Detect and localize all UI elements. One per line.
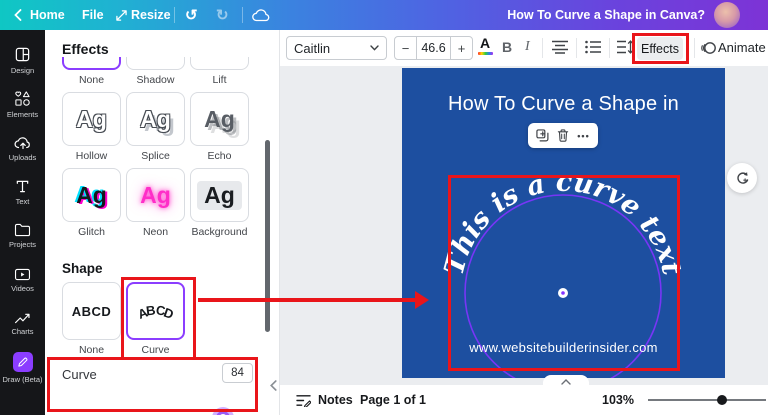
videos-icon — [14, 268, 31, 281]
trash-icon[interactable] — [557, 129, 569, 142]
redo-icon[interactable]: ↻ — [216, 0, 229, 30]
bold-button[interactable]: B — [502, 39, 512, 55]
effect-option-shadow[interactable]: Shadow — [126, 57, 185, 86]
sidebar-item-charts[interactable]: Charts — [0, 302, 45, 346]
shape-option-none[interactable]: ABCD None — [62, 282, 121, 356]
app-sidebar: Design Elements Uploads Text Projects Vi… — [0, 30, 45, 415]
text-align-button[interactable] — [552, 40, 568, 59]
toolbar-divider — [576, 38, 577, 58]
rainbow-color-bar — [478, 52, 493, 55]
effect-option-none[interactable]: None — [62, 57, 121, 86]
resize-icon[interactable] — [116, 0, 127, 30]
toolbar-divider — [542, 38, 543, 58]
chevron-down-icon — [370, 45, 379, 51]
sidebar-item-text[interactable]: Text — [0, 170, 45, 214]
font-size-increase-button[interactable]: + — [451, 37, 472, 59]
topbar-divider — [242, 7, 243, 23]
draw-icon — [13, 352, 33, 372]
zoom-level: 103% — [602, 385, 634, 415]
elements-icon — [14, 90, 31, 107]
sidebar-item-design[interactable]: Design — [0, 38, 45, 82]
effects-button[interactable]: Effects — [637, 37, 683, 60]
topbar-divider — [174, 7, 175, 23]
notes-icon[interactable] — [296, 385, 311, 415]
canva-editor: Home File Resize ↺ ↻ How To Curve a Shap… — [0, 0, 768, 415]
font-family-select[interactable]: Caitlin — [286, 36, 387, 60]
page-indicator: Page 1 of 1 — [360, 385, 426, 415]
curve-slider-section: Curve 84 — [45, 360, 280, 415]
text-icon — [15, 179, 30, 194]
more-options-icon[interactable]: ••• — [577, 131, 589, 141]
effects-panel: Effects None Shadow Lift Ag Hollow — [45, 30, 280, 415]
duplicate-icon[interactable] — [536, 129, 549, 142]
shape-section-title: Shape — [62, 261, 103, 276]
sidebar-item-videos[interactable]: Videos — [0, 258, 45, 302]
notes-button[interactable]: Notes — [318, 385, 353, 415]
animate-button[interactable]: Animate — [718, 40, 766, 55]
rotation-center-dot-inner — [561, 291, 565, 295]
effect-option-echo[interactable]: Ag Echo — [190, 92, 249, 162]
effect-option-glitch[interactable]: Ag Glitch — [62, 168, 121, 238]
animate-icon[interactable] — [701, 41, 716, 60]
design-canvas[interactable]: How To Curve a Shape in Canva? ••• This … — [402, 68, 725, 378]
curved-text-group[interactable]: This is a curve text — [402, 68, 725, 378]
canvas-url-text[interactable]: www.websitebuilderinsider.com — [402, 340, 725, 355]
toolbar-divider — [609, 38, 610, 58]
annotation-arrow — [198, 298, 418, 302]
font-size-stepper: − 46.6 + — [394, 36, 473, 60]
curve-value-input[interactable]: 84 — [222, 363, 253, 383]
panel-title: Effects — [62, 41, 109, 57]
sidebar-item-draw[interactable]: Draw (Beta) — [0, 346, 45, 390]
effect-option-splice[interactable]: Ag Splice — [126, 92, 185, 162]
curved-text[interactable]: This is a curve text — [439, 167, 688, 279]
curve-slider-label: Curve — [62, 367, 97, 382]
toolbar-divider — [694, 38, 695, 58]
sidebar-item-uploads[interactable]: Uploads — [0, 126, 45, 170]
projects-icon — [14, 223, 31, 237]
undo-icon[interactable]: ↺ — [185, 0, 198, 30]
rotate-button[interactable] — [727, 163, 757, 193]
font-size-value[interactable]: 46.6 — [416, 37, 451, 59]
panel-collapse-chevron-icon[interactable] — [270, 378, 277, 396]
text-toolbar: Caitlin − 46.6 + A B I Effects An — [280, 30, 768, 66]
zoom-slider-handle[interactable] — [717, 395, 727, 405]
back-chevron-icon[interactable] — [14, 0, 22, 30]
zoom-slider[interactable] — [648, 399, 766, 401]
chevron-up-icon — [561, 379, 571, 385]
effect-option-hollow[interactable]: Ag Hollow — [62, 92, 121, 162]
charts-icon — [14, 312, 31, 324]
italic-button[interactable]: I — [525, 39, 530, 55]
sidebar-item-projects[interactable]: Projects — [0, 214, 45, 258]
sidebar-item-elements[interactable]: Elements — [0, 82, 45, 126]
annotation-arrow-head — [415, 291, 429, 309]
shape-option-curve[interactable]: ABCD Curve — [126, 282, 185, 356]
effect-option-neon[interactable]: Ag Neon — [126, 168, 185, 238]
effects-scroll-area[interactable]: None Shadow Lift Ag Hollow Ag Splice — [45, 57, 280, 287]
font-size-decrease-button[interactable]: − — [395, 37, 416, 59]
rotate-icon — [735, 171, 750, 186]
avatar[interactable] — [714, 2, 740, 28]
list-button[interactable] — [585, 40, 601, 59]
panel-scrollbar[interactable] — [265, 140, 270, 332]
uploads-icon — [14, 135, 32, 150]
file-menu[interactable]: File — [82, 0, 104, 30]
top-bar: Home File Resize ↺ ↻ How To Curve a Shap… — [0, 0, 768, 30]
document-title[interactable]: How To Curve a Shape in Canva? — [507, 0, 705, 30]
home-button[interactable]: Home — [30, 0, 65, 30]
cloud-sync-icon[interactable] — [252, 0, 270, 30]
effect-option-lift[interactable]: Lift — [190, 57, 249, 86]
element-context-toolbar: ••• — [528, 123, 598, 148]
text-color-button[interactable]: A — [476, 36, 494, 55]
design-icon — [14, 46, 31, 63]
resize-button[interactable]: Resize — [131, 0, 171, 30]
spacing-button[interactable] — [617, 40, 633, 59]
collapse-tab[interactable] — [543, 375, 589, 389]
effect-option-background[interactable]: Ag Background — [190, 168, 249, 238]
bottom-bar: Notes Page 1 of 1 103% — [280, 385, 768, 415]
curved-abcd-sample: ABCD — [137, 302, 175, 320]
